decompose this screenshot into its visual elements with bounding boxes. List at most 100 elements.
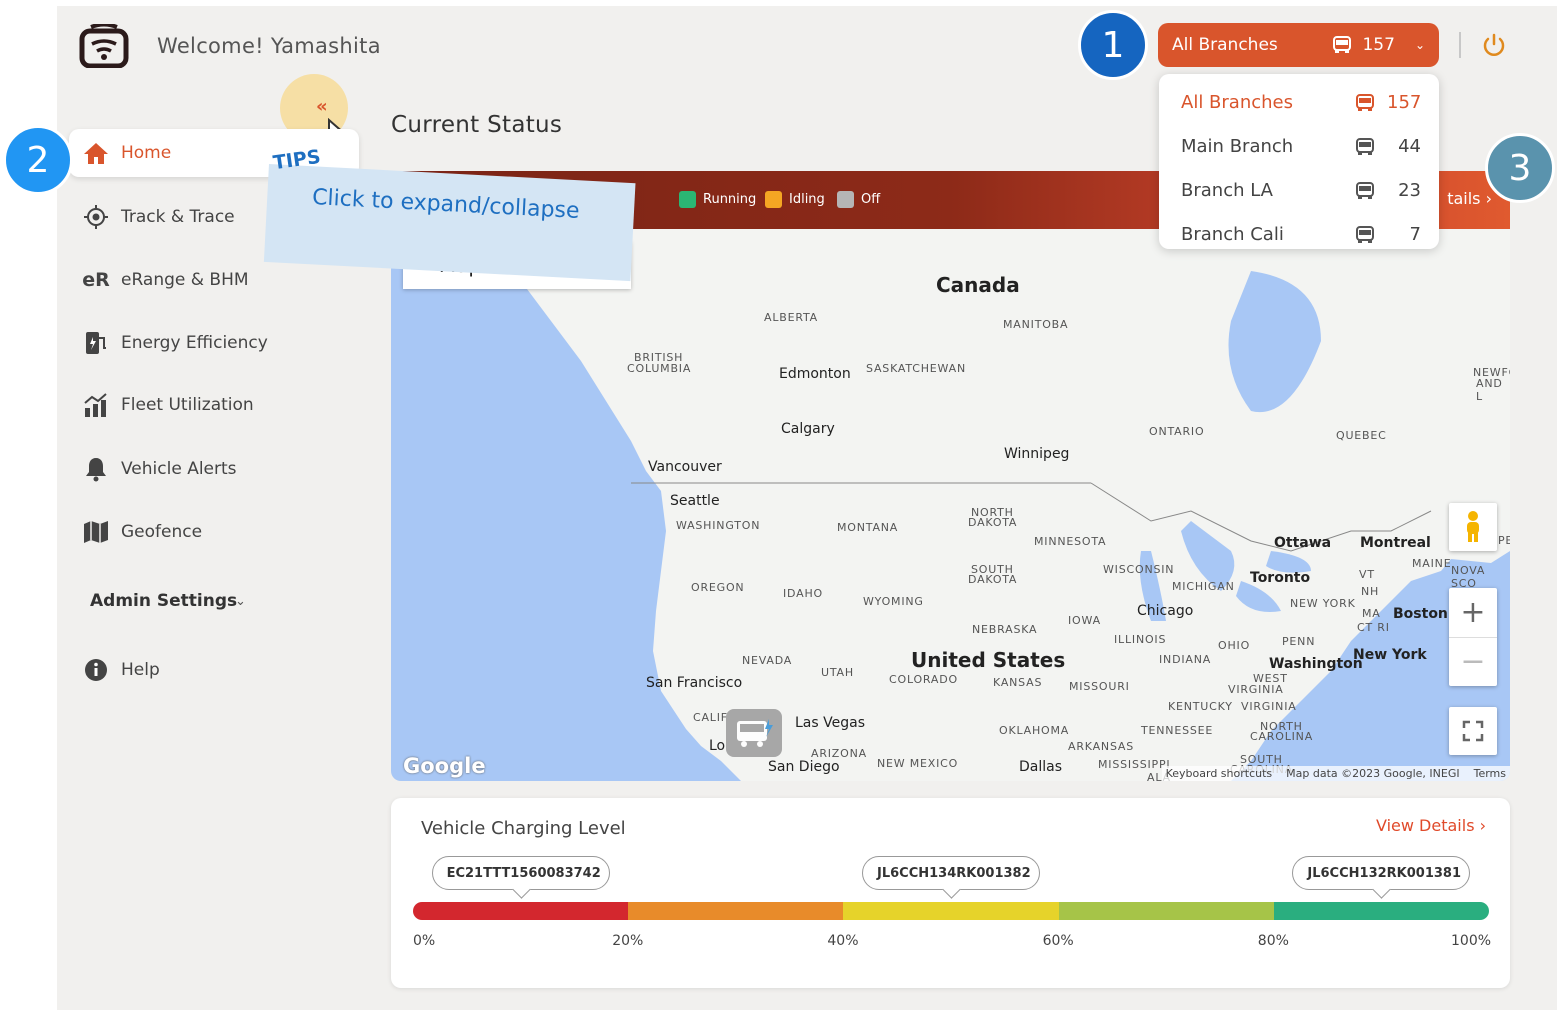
- branch-option[interactable]: Branch LA 23: [1181, 180, 1421, 201]
- legend-label: Off: [861, 192, 881, 207]
- charging-bar-area: 0% 20% 40% 60% 80% 100% EC21TTT1560083742 JL6CC…: [413, 798, 1492, 988]
- charging-bar-segment: [413, 902, 629, 920]
- sidebar-item-alerts[interactable]: Vehicle Alerts: [69, 445, 359, 493]
- map-label: Washington: [1269, 656, 1363, 672]
- map-label: INDIANA: [1159, 653, 1212, 666]
- map-label: Seattle: [670, 493, 720, 509]
- terms-link[interactable]: Terms: [1474, 767, 1506, 780]
- map-label: New York: [1353, 647, 1427, 663]
- legend-running: Running: [679, 191, 756, 208]
- vehicle-marker[interactable]: [726, 709, 782, 757]
- map-label: COLUMBIA: [627, 362, 692, 375]
- map-label: CALIF: [693, 711, 728, 724]
- map-label: Edmonton: [779, 366, 851, 382]
- annotation-badge-3: 3: [1485, 133, 1555, 203]
- fleet-chart-icon: [83, 392, 109, 418]
- bus-icon: [1356, 137, 1374, 155]
- map-label: Dallas: [1019, 759, 1063, 775]
- charging-bar-segment: [1273, 902, 1489, 920]
- map-label: IOWA: [1068, 614, 1101, 627]
- map-data-text: Map data ©2023 Google, INEGI: [1286, 767, 1460, 780]
- branch-option[interactable]: Branch Cali 7: [1181, 224, 1421, 245]
- google-logo: Google: [403, 754, 486, 778]
- branch-selector[interactable]: All Branches 157 ⌄: [1158, 23, 1439, 67]
- zoom-in-button[interactable]: +: [1449, 588, 1497, 638]
- map-label: KANSAS: [993, 676, 1043, 689]
- map-label: Toronto: [1250, 570, 1311, 586]
- tips-callout: [263, 164, 636, 282]
- vehicle-id: EC21TTT1560083742: [446, 865, 601, 881]
- map-label: NOVA SCO: [1451, 564, 1486, 590]
- map-label: MAINE: [1412, 557, 1452, 570]
- charging-tick-label: 20%: [612, 933, 644, 949]
- bell-icon: [83, 456, 109, 482]
- charging-bar-segment: [628, 902, 844, 920]
- map-fold-icon: [83, 519, 109, 545]
- charging-tick-label: 100%: [1451, 933, 1492, 949]
- app-window: Welcome! Yamashita All Branches 157 ⌄ « …: [57, 6, 1557, 1010]
- map-label: MISSOURI: [1069, 680, 1130, 693]
- map-label: DAKOTA: [968, 516, 1018, 529]
- charger-icon: [83, 330, 109, 356]
- sidebar-item-label: Help: [121, 660, 160, 680]
- branch-option-count: 23: [1398, 180, 1421, 201]
- home-icon: [83, 140, 109, 166]
- map-label: Las Vegas: [795, 715, 865, 731]
- logo-icon: [79, 24, 129, 68]
- map-label: WASHINGTON: [676, 519, 761, 532]
- map-details-link[interactable]: tails ›: [1447, 189, 1492, 208]
- map-label: OREGON: [691, 581, 745, 594]
- sidebar-item-help[interactable]: Help: [69, 646, 359, 694]
- bus-icon: [1356, 225, 1374, 243]
- charging-tick-label: 60%: [1042, 933, 1074, 949]
- map-label: KENTUCKY: [1168, 700, 1233, 713]
- map-label: Vancouver: [648, 459, 722, 475]
- bus-icon: [1333, 36, 1352, 53]
- power-icon[interactable]: [1481, 32, 1507, 58]
- zoom-out-button[interactable]: −: [1449, 638, 1497, 687]
- map-label: VIRGINIA: [1228, 683, 1284, 696]
- map-label: OHIO: [1218, 639, 1251, 652]
- chevron-down-icon[interactable]: ⌄: [235, 594, 246, 609]
- branch-option-label: Branch LA: [1181, 180, 1273, 201]
- fullscreen-icon[interactable]: [1449, 707, 1497, 755]
- sidebar-item-energy[interactable]: Energy Efficiency: [69, 319, 359, 367]
- branch-option-count: 7: [1409, 224, 1421, 245]
- charging-tick-label: 0%: [413, 933, 436, 949]
- map-label: United States: [911, 648, 1066, 672]
- legend-idling: Idling: [765, 191, 825, 208]
- branch-selector-label: All Branches: [1172, 35, 1278, 55]
- street-view-pegman-icon[interactable]: [1449, 503, 1497, 551]
- map-label: PENN: [1282, 635, 1316, 648]
- map-label: QUEBEC: [1336, 429, 1387, 442]
- sidebar-item-label: Energy Efficiency: [121, 333, 268, 353]
- map-details-text: tails: [1447, 189, 1481, 208]
- branch-option[interactable]: All Branches 157: [1181, 92, 1421, 113]
- branch-option-label: All Branches: [1181, 92, 1293, 113]
- map-label: NEVADA: [742, 654, 793, 667]
- map-label: OKLAHOMA: [999, 724, 1070, 737]
- vehicle-id: JL6CCH132RK001381: [1307, 865, 1462, 881]
- map-label: Calgary: [781, 421, 835, 437]
- keyboard-shortcuts-link[interactable]: Keyboard shortcuts: [1166, 767, 1273, 780]
- map-label: COLORADO: [889, 673, 958, 686]
- collapse-sidebar-icon[interactable]: «: [316, 96, 328, 117]
- map-label: MANITOBA: [1003, 318, 1069, 331]
- sidebar-item-geofence[interactable]: Geofence: [69, 508, 359, 556]
- branch-dropdown: All Branches 157 Main Branch 44 Branch L…: [1159, 74, 1439, 249]
- admin-settings-toggle[interactable]: Admin Settings: [90, 591, 237, 611]
- map-label: ILLINOIS: [1114, 633, 1167, 646]
- map-label: UTAH: [821, 666, 854, 679]
- map-label: MICHIGAN: [1172, 580, 1235, 593]
- charging-panel: Vehicle Charging Level View Details › 0%…: [391, 798, 1510, 988]
- charging-bar-segment: [843, 902, 1059, 920]
- branch-option[interactable]: Main Branch 44: [1181, 136, 1421, 157]
- sidebar-item-label: Home: [121, 143, 172, 163]
- map-label: ONTARIO: [1149, 425, 1205, 438]
- map-label: San Diego: [768, 759, 840, 775]
- running-swatch: [679, 191, 696, 208]
- map-label: WYOMING: [863, 595, 924, 608]
- sidebar-item-fleet[interactable]: Fleet Utilization: [69, 381, 359, 429]
- map-label: DAKOTA: [968, 573, 1018, 586]
- map-label: San Francisco: [646, 675, 743, 691]
